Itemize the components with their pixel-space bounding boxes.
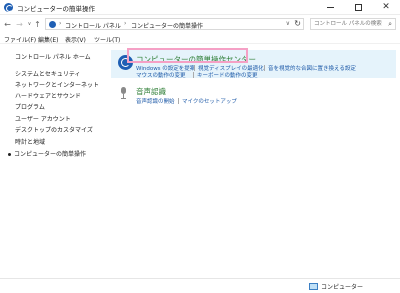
minimize-icon <box>326 7 334 8</box>
search-input[interactable] <box>311 19 383 29</box>
up-button[interactable]: ↑ <box>32 18 43 30</box>
back-button[interactable]: ← <box>2 18 13 30</box>
maximize-button[interactable] <box>344 0 372 15</box>
breadcrumb-separator-icon: › <box>124 20 127 27</box>
close-icon: ✕ <box>382 2 390 12</box>
navigation-bar: ← → ∨ ↑ › コントロール パネル › コンピューターの簡単操作 ∨ ↻ … <box>0 16 400 32</box>
control-panel-home-link[interactable]: コントロール パネル ホーム <box>15 52 91 61</box>
main-content: コンピューターの簡単操作センター Windows の設定を提案 視覚ディスプレイ… <box>108 45 400 275</box>
sidebar-item-programs[interactable]: プログラム <box>15 102 45 111</box>
maximize-icon <box>354 4 362 11</box>
control-panel-icon <box>49 21 56 28</box>
minimize-button[interactable] <box>316 0 344 15</box>
ease-of-access-icon <box>4 3 13 12</box>
arrow-right-icon: → <box>16 19 23 29</box>
menu-view[interactable]: 表示(V) <box>65 35 86 44</box>
refresh-icon[interactable]: ↻ <box>294 19 301 28</box>
search-icon[interactable]: ⌕ <box>388 20 392 29</box>
window-title: コンピューターの簡単操作 <box>17 5 95 13</box>
link-microphone-setup[interactable]: マイクのセットアップ <box>182 97 237 105</box>
status-location-label: コンピューター <box>321 284 364 291</box>
breadcrumb-control-panel[interactable]: コントロール パネル <box>65 21 121 30</box>
arrow-up-icon: ↑ <box>34 19 41 29</box>
link-separator <box>193 72 194 78</box>
close-button[interactable]: ✕ <box>372 0 400 15</box>
link-start-speech-recognition[interactable]: 音声認識の開始 <box>136 97 175 105</box>
sidebar-item-clock-region[interactable]: 時計と地域 <box>15 137 45 146</box>
search-box[interactable]: ⌕ <box>310 18 396 30</box>
link-separator <box>264 65 265 71</box>
current-item-bullet <box>8 153 11 156</box>
menu-file[interactable]: ファイル(F) <box>4 35 36 44</box>
menu-edit[interactable]: 編集(E) <box>38 35 58 44</box>
arrow-left-icon: ← <box>4 19 11 29</box>
link-visual-cues[interactable]: 音を視覚的な合図に置き換える設定 <box>268 64 356 72</box>
title-bar: コンピューターの簡単操作 ✕ <box>0 0 400 15</box>
breadcrumb-separator-icon: › <box>59 20 62 27</box>
left-nav-pane: コントロール パネル ホーム システムとセキュリティ ネットワークとインターネッ… <box>0 45 108 275</box>
sidebar-item-system-security[interactable]: システムとセキュリティ <box>15 69 80 78</box>
sidebar-item-user-accounts[interactable]: ユーザー アカウント <box>15 114 71 123</box>
speech-recognition-title[interactable]: 音声認識 <box>136 86 166 97</box>
address-bar[interactable]: › コントロール パネル › コンピューターの簡単操作 ∨ ↻ <box>45 18 304 30</box>
chevron-down-icon: ∨ <box>27 21 32 27</box>
highlight-annotation <box>127 48 248 63</box>
ease-of-access-center-section[interactable]: コンピューターの簡単操作センター Windows の設定を提案 視覚ディスプレイ… <box>111 48 396 79</box>
sidebar-item-hardware-sound[interactable]: ハードウェアとサウンド <box>15 91 81 100</box>
sidebar-item-network-internet[interactable]: ネットワークとインターネット <box>15 80 99 89</box>
sidebar-item-ease-of-access[interactable]: コンピューターの簡単操作 <box>8 149 86 158</box>
microphone-icon <box>119 87 128 99</box>
address-dropdown-icon[interactable]: ∨ <box>286 20 290 27</box>
breadcrumb-ease-of-access[interactable]: コンピューターの簡単操作 <box>131 21 203 30</box>
sidebar-item-label: コンピューターの簡単操作 <box>14 151 87 158</box>
menu-bar: ファイル(F) 編集(E) 表示(V) ツール(T) <box>0 33 400 44</box>
status-bar: コンピューター <box>0 278 400 293</box>
link-mouse-settings[interactable]: マウスの動作の変更 <box>136 71 186 79</box>
link-separator <box>194 65 195 71</box>
computer-icon <box>309 283 318 290</box>
link-separator <box>178 98 179 104</box>
link-keyboard-settings[interactable]: キーボードの動作の変更 <box>197 71 258 79</box>
menu-tools[interactable]: ツール(T) <box>94 35 120 44</box>
sidebar-item-desktop-customization[interactable]: デスクトップのカスタマイズ <box>15 125 93 134</box>
